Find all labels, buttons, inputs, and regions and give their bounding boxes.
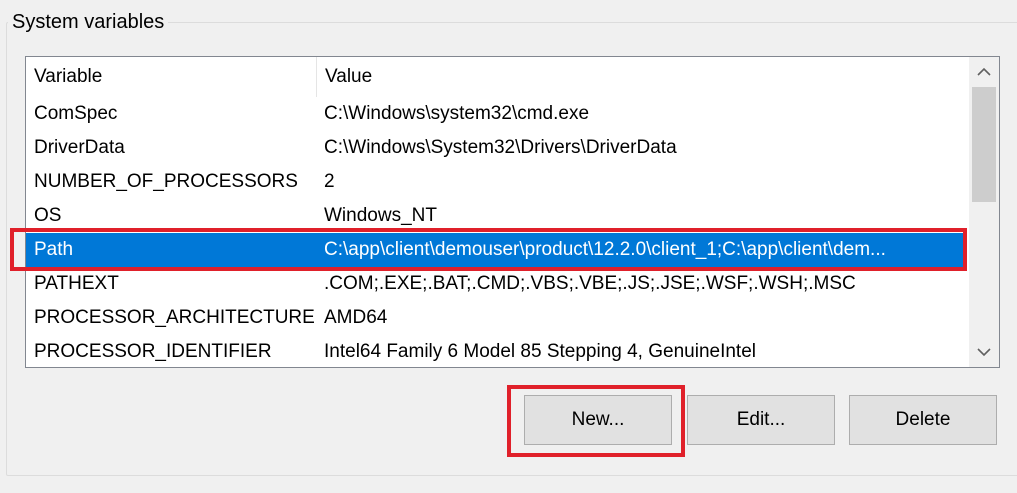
- scroll-track[interactable]: [969, 87, 999, 337]
- system-variables-panel: System variables Variable Value ComSpec …: [0, 0, 1017, 493]
- table-row-selected[interactable]: Path C:\app\client\demouser\product\12.2…: [26, 233, 966, 267]
- variable-value: Intel64 Family 6 Model 85 Stepping 4, Ge…: [324, 341, 756, 362]
- table-row[interactable]: OS Windows_NT: [26, 199, 966, 233]
- variable-value: C:\app\client\demouser\product\12.2.0\cl…: [324, 239, 886, 260]
- variables-list[interactable]: Variable Value ComSpec C:\Windows\system…: [25, 56, 1000, 368]
- table-row[interactable]: PATHEXT .COM;.EXE;.BAT;.CMD;.VBS;.VBE;.J…: [26, 267, 966, 301]
- variable-name: OS: [34, 205, 62, 226]
- scroll-thumb[interactable]: [972, 87, 996, 202]
- variable-name: PATHEXT: [34, 273, 119, 294]
- variable-value: Windows_NT: [324, 205, 437, 226]
- scroll-up-button[interactable]: [969, 57, 999, 87]
- variable-value: C:\Windows\System32\Drivers\DriverData: [324, 137, 677, 158]
- column-header-variable[interactable]: Variable: [26, 57, 316, 97]
- variable-value: .COM;.EXE;.BAT;.CMD;.VBS;.VBE;.JS;.JSE;.…: [324, 273, 856, 294]
- delete-button[interactable]: Delete: [849, 395, 997, 445]
- chevron-down-icon: [977, 348, 991, 357]
- scroll-down-button[interactable]: [969, 337, 999, 367]
- variable-value: 2: [324, 171, 335, 192]
- vertical-scrollbar[interactable]: [969, 57, 999, 367]
- group-title: System variables: [8, 8, 169, 36]
- table-row[interactable]: NUMBER_OF_PROCESSORS 2: [26, 165, 966, 199]
- variable-name: PROCESSOR_IDENTIFIER: [34, 341, 272, 362]
- new-button[interactable]: New...: [524, 395, 672, 445]
- edit-button[interactable]: Edit...: [687, 395, 835, 445]
- table-row[interactable]: PROCESSOR_IDENTIFIER Intel64 Family 6 Mo…: [26, 335, 966, 367]
- table-row[interactable]: DriverData C:\Windows\System32\Drivers\D…: [26, 131, 966, 165]
- table-row[interactable]: PROCESSOR_ARCHITECTURE AMD64: [26, 301, 966, 335]
- variable-value: AMD64: [324, 307, 388, 328]
- column-header-value[interactable]: Value: [316, 57, 966, 97]
- variable-name: PROCESSOR_ARCHITECTURE: [34, 307, 315, 328]
- table-row[interactable]: ComSpec C:\Windows\system32\cmd.exe: [26, 97, 966, 131]
- variable-name: DriverData: [34, 137, 125, 158]
- variable-name: ComSpec: [34, 103, 118, 124]
- list-rows: ComSpec C:\Windows\system32\cmd.exe Driv…: [26, 97, 966, 367]
- variable-value: C:\Windows\system32\cmd.exe: [324, 103, 590, 124]
- variable-name: Path: [34, 239, 74, 260]
- variable-name: NUMBER_OF_PROCESSORS: [34, 171, 298, 192]
- list-header: Variable Value: [26, 57, 966, 97]
- chevron-up-icon: [977, 67, 991, 76]
